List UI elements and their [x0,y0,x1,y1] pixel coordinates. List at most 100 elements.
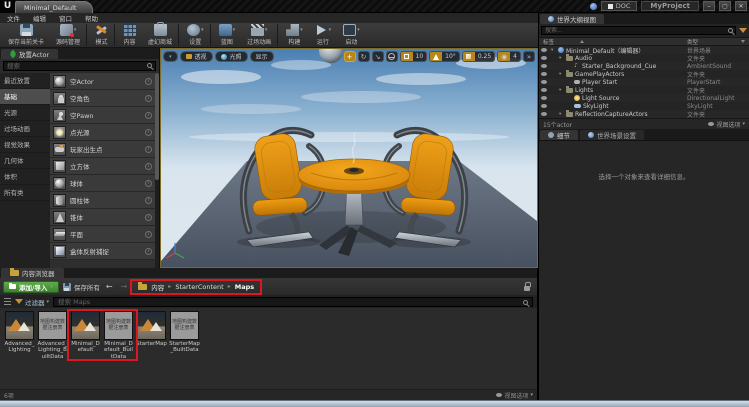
visibility-eye-icon[interactable] [541,112,547,116]
rotation-snap-icon[interactable] [430,52,442,61]
type-filter-icon[interactable] [741,40,745,43]
sources-panel-toggle-icon[interactable] [4,298,11,305]
asset-tile[interactable]: Advanced_Lighting [4,311,35,354]
place-actor-item[interactable]: 盒体反射捕捉 i [50,243,155,260]
cb-view-options-button[interactable]: 视图选项 ▾ [496,391,533,400]
category-item[interactable]: 几何体 [0,153,50,169]
asset-tile[interactable]: StarterMap [136,311,167,347]
world-outliner-tab[interactable]: 世界大纲视图 [540,14,604,24]
scale-snap-value[interactable]: 0.25 [475,52,494,61]
dropdown-arrow-icon[interactable]: ▾ [329,27,332,33]
viewport-viewmode-menu[interactable]: 光照 [215,51,248,62]
toolbar-button[interactable]: ▾ 保存当前关卡 [2,24,50,46]
toolbar-button[interactable]: ▾ 蓝图 [213,24,242,46]
visibility-eye-icon[interactable] [541,56,547,60]
dropdown-arrow-icon[interactable]: ▾ [233,27,236,33]
toolbar-button[interactable]: ▾ 模式 [89,24,115,46]
expand-arrow-icon[interactable]: ▾ [559,88,564,93]
sort-ascending-icon[interactable] [580,40,584,43]
outliner-row[interactable]: ▾ Audio 文件夹 [539,54,749,62]
visibility-eye-icon[interactable] [541,48,547,52]
toolbar-button[interactable]: ▾ 运行 [309,24,338,46]
world-local-toggle-button[interactable] [386,51,398,62]
breadcrumb-current[interactable]: Maps [235,283,254,291]
maximize-viewport-button[interactable]: » [523,51,535,62]
outliner-row[interactable]: ▾ Lights 文件夹 [539,86,749,94]
visibility-eye-icon[interactable] [541,72,547,76]
viewport-3d-scene[interactable] [161,49,537,267]
level-tab[interactable]: Minimal_Default [15,1,93,13]
expand-arrow-icon[interactable]: ▾ [559,56,564,61]
toolbar-button[interactable]: ▾ 内容 [117,24,142,46]
category-item[interactable]: 视觉效果 [0,137,50,153]
filters-button[interactable]: 过滤器 ▾ [15,297,49,307]
visibility-eye-icon[interactable] [541,88,547,92]
scrollbar-thumb[interactable] [155,73,159,180]
expand-arrow-icon[interactable]: ▾ [559,72,564,77]
move-tool-button[interactable]: + [344,51,356,62]
world-settings-tab[interactable]: 世界场景设置 [580,130,644,140]
dropdown-arrow-icon[interactable]: ▾ [300,27,303,33]
place-actor-item[interactable]: 平面 i [50,226,155,243]
asset-tile[interactable]: 地图构建数据注册表 Advanced_Lighting_BuiltData [37,311,68,360]
save-all-button[interactable]: 保存所有 [63,282,100,292]
place-actor-item[interactable]: 锥体 i [50,209,155,226]
dropdown-arrow-icon[interactable]: ▾ [357,27,360,33]
visibility-eye-icon[interactable] [541,104,547,108]
toolbar-button[interactable]: ▾ 过场动画 [241,24,278,46]
place-actor-item[interactable]: 空角色 i [50,90,155,107]
maximize-button[interactable]: ▢ [719,1,731,11]
close-button[interactable]: ✕ [735,1,747,11]
breadcrumb-folder[interactable]: StarterContent [175,283,223,291]
place-actor-item[interactable]: 立方体 i [50,158,155,175]
rotation-snap-control[interactable]: 10° [429,51,460,62]
toolbar-button[interactable]: ▾ 设置 [181,24,211,46]
minimize-button[interactable]: – [703,1,715,11]
toolbar-button[interactable]: ▾ 源码管理 [50,24,87,46]
dropdown-arrow-icon[interactable]: ▾ [265,27,268,33]
menu-item[interactable]: 窗口 [59,13,72,23]
place-actors-search-input[interactable] [3,61,156,71]
place-actor-item[interactable]: 球体 i [50,175,155,192]
place-actors-tab[interactable]: 放置Actor [1,49,58,59]
forward-button[interactable]: → [119,282,130,291]
expand-arrow-icon[interactable]: ▾ [559,112,564,117]
category-item[interactable]: 基础 [0,89,50,105]
asset-tile[interactable]: 地图构建数据注册表 Minimal_Default_BuiltData [103,311,134,360]
scale-tool-button[interactable]: ↘ [372,51,384,62]
feedback-icon[interactable] [590,3,597,10]
dropdown-arrow-icon[interactable]: ▾ [201,27,204,33]
add-import-button[interactable]: 添加/导入 ▾ [3,281,59,293]
asset-tile[interactable]: 地图构建数据注册表 StarterMap_BuiltData [169,311,200,354]
visibility-eye-icon[interactable] [541,64,547,68]
category-item[interactable]: 所有类 [0,185,50,201]
outliner-row[interactable]: ▾ GamePlayActors 文件夹 [539,70,749,78]
scrollbar[interactable] [155,73,159,268]
rotation-snap-value[interactable]: 10° [442,52,459,61]
menu-item[interactable]: 帮助 [85,13,98,23]
outliner-filter-icon[interactable] [739,28,747,33]
asset-search-input[interactable] [53,297,533,307]
toolbar-button[interactable]: ▾ 构建 [280,24,309,46]
grid-snap-value[interactable]: 10 [413,52,427,61]
label-column-header[interactable]: 标签 [543,38,554,46]
category-item[interactable]: 体积 [0,169,50,185]
visibility-eye-icon[interactable] [541,80,547,84]
category-item[interactable]: 光源 [0,105,50,121]
visibility-eye-icon[interactable] [541,96,547,100]
project-name-button[interactable]: MyProject [641,1,699,11]
scale-snap-icon[interactable] [463,52,475,61]
content-browser-tab[interactable]: 内容浏览器 [1,268,64,278]
place-actor-item[interactable]: 空Pawn i [50,107,155,124]
type-column-header[interactable]: 类型 [687,38,698,46]
expand-arrow-icon[interactable]: ▾ [551,48,556,53]
dropdown-arrow-icon[interactable]: ▾ [74,27,77,33]
rotate-tool-button[interactable]: ↻ [358,51,370,62]
place-actor-item[interactable]: 点光源 i [50,124,155,141]
viewport-camera-menu[interactable]: 透视 [180,51,213,62]
toolbar-button[interactable]: ▾ 虚幻商城 [142,24,179,46]
outliner-view-options-button[interactable]: 视图选项 ▾ [708,120,745,129]
camera-speed-control[interactable]: ◉ 4 [497,51,521,62]
outliner-search-input[interactable] [541,26,736,35]
camera-speed-icon[interactable]: ◉ [498,52,510,61]
